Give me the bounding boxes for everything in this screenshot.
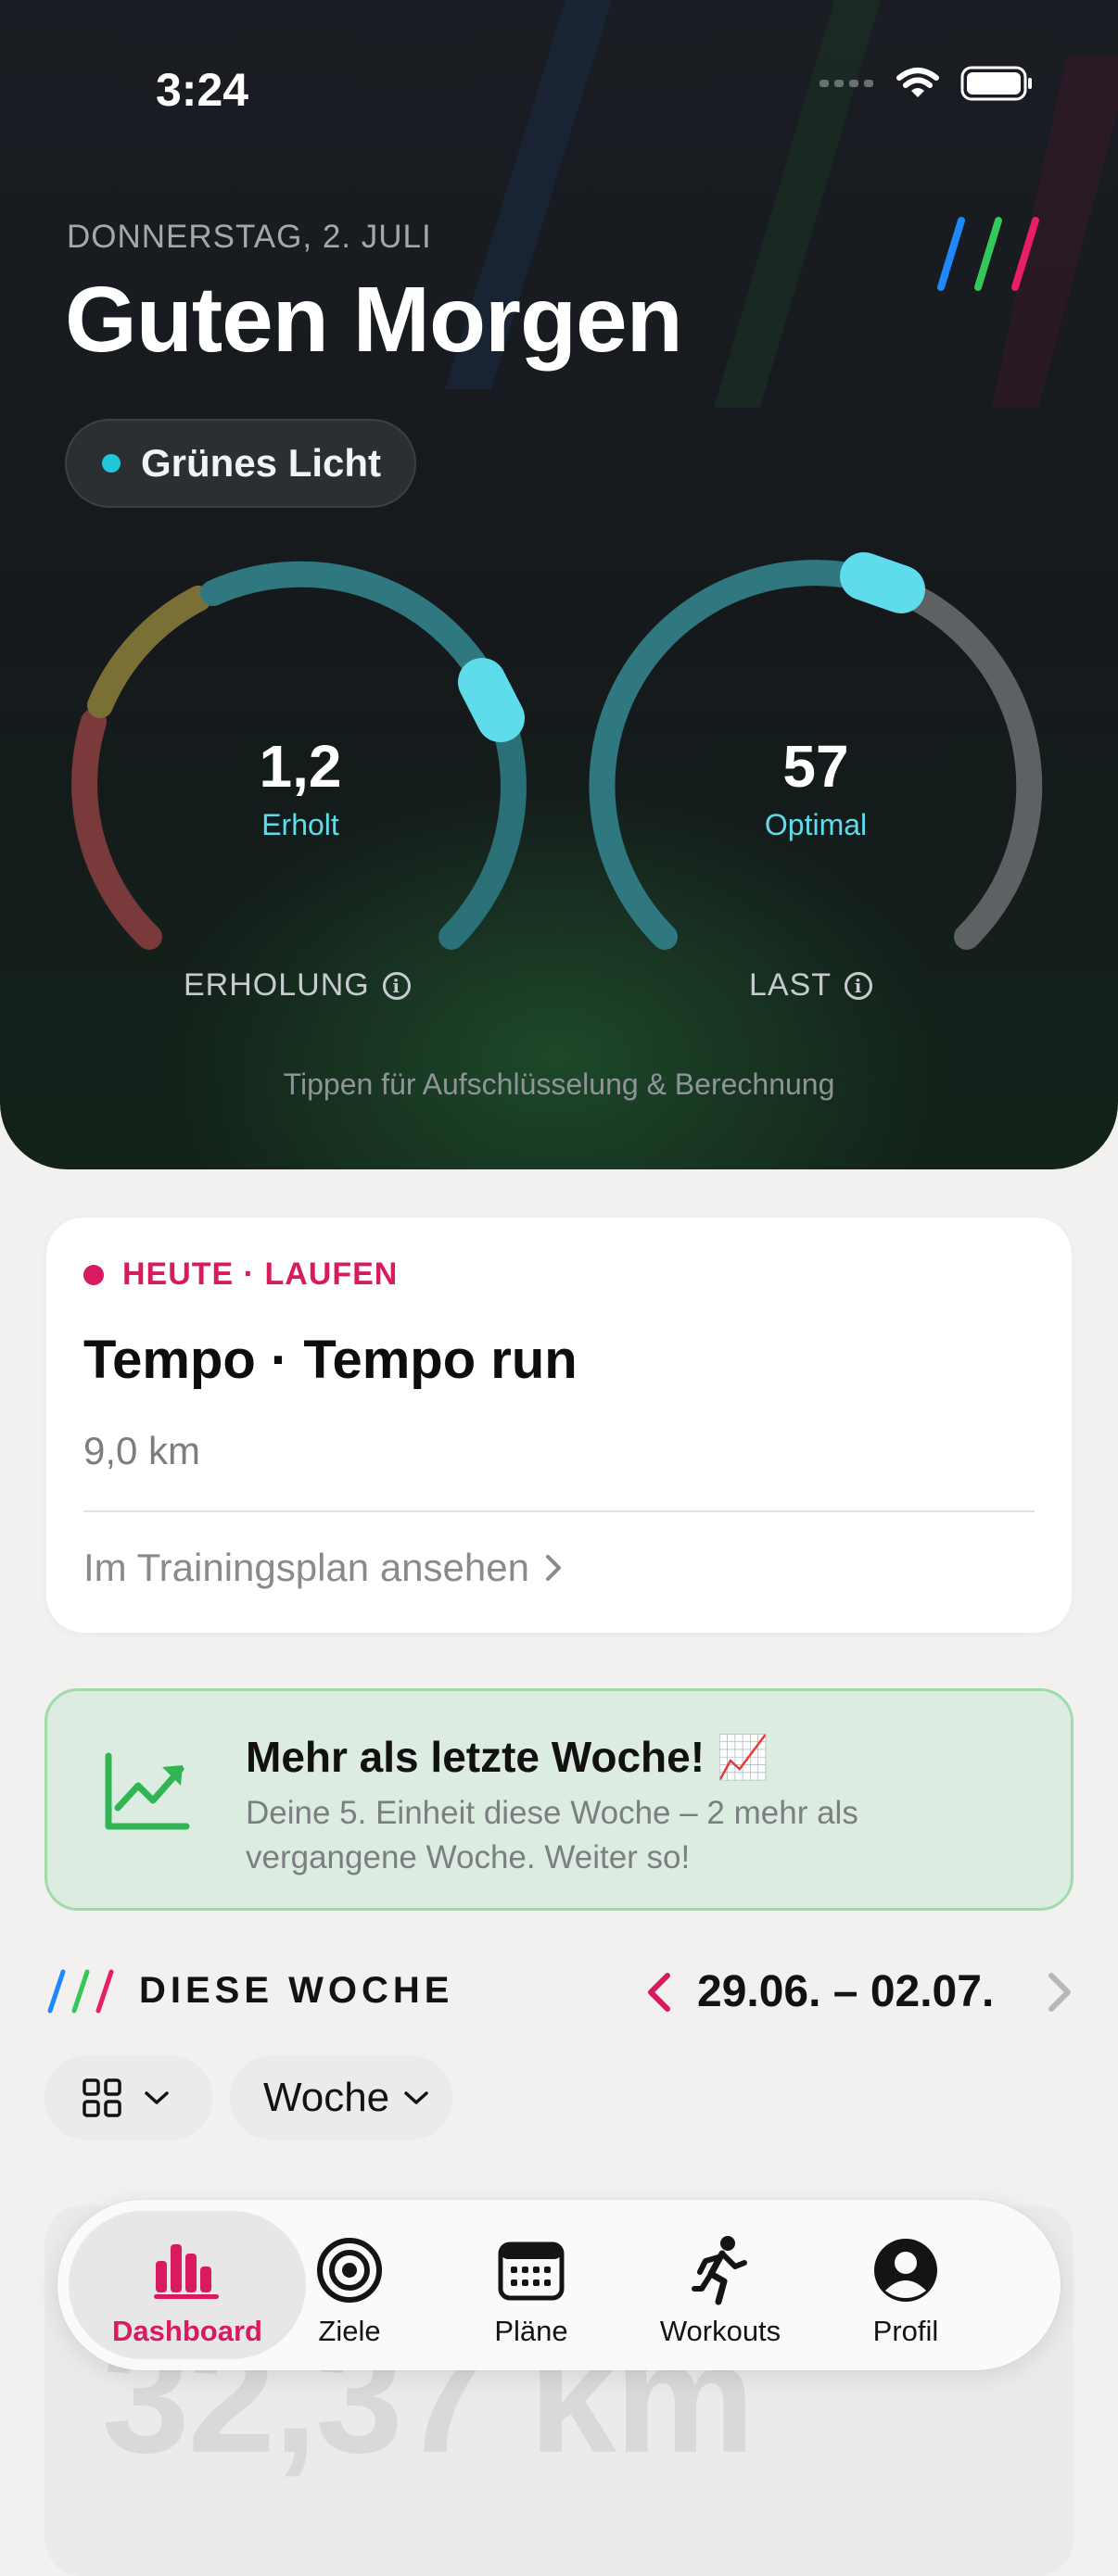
status-dot-icon xyxy=(102,454,121,473)
week-range: 29.06. – 02.07. xyxy=(697,1967,995,2016)
load-gauge-marker xyxy=(840,552,925,613)
battery-icon xyxy=(960,66,1032,101)
status-icons xyxy=(819,65,1035,102)
wifi-icon xyxy=(896,68,939,97)
chevron-down-icon xyxy=(404,2091,428,2104)
date-label: DONNERSTAG, 2. JULI xyxy=(67,219,432,255)
tab-goals-label: Ziele xyxy=(318,2315,381,2347)
today-tag: HEUTE · LAUFEN xyxy=(83,1256,398,1293)
previous-week-button[interactable] xyxy=(640,1968,677,2016)
tab-plans[interactable]: Pläne xyxy=(434,2211,629,2359)
workout-distance: 9,0 km xyxy=(83,1429,201,1472)
week-logo-icon xyxy=(47,1969,114,2014)
progress-banner[interactable]: Mehr als letzte Woche! 📈 Deine 5. Einhei… xyxy=(44,1688,1074,1911)
recovery-status: Erholt xyxy=(261,808,339,841)
chevron-down-icon xyxy=(145,2091,169,2104)
bar-chart-icon xyxy=(152,2235,222,2305)
trend-up-icon xyxy=(105,1752,190,1830)
info-icon[interactable]: i xyxy=(382,971,411,1000)
today-tag-label: HEUTE · LAUFEN xyxy=(122,1256,399,1292)
load-caption[interactable]: LAST i xyxy=(749,967,873,1004)
greeting-title: Guten Morgen xyxy=(65,268,683,372)
calendar-icon xyxy=(498,2235,565,2305)
load-caption-label: LAST xyxy=(749,967,832,1003)
tab-goals[interactable]: Ziele xyxy=(252,2211,447,2359)
tab-profile-label: Profil xyxy=(872,2315,939,2347)
brand-logo-icon xyxy=(937,217,1039,291)
hint-text: Tippen für Aufschlüsselung & Berechnung xyxy=(283,1067,835,1101)
next-week-button[interactable] xyxy=(1042,1968,1079,2016)
tab-plans-label: Pläne xyxy=(494,2315,568,2347)
chevron-right-icon xyxy=(545,1555,561,1581)
layout-toggle[interactable] xyxy=(44,2055,213,2140)
tab-workouts-label: Workouts xyxy=(659,2315,781,2347)
cellular-signal-icon xyxy=(819,80,873,87)
load-value: 57 xyxy=(782,733,849,800)
hero-panel[interactable]: 3:24 DONNERSTAG, 2. JULI Guten Morgen Gr… xyxy=(0,0,1118,1169)
recovery-value: 1,2 xyxy=(259,733,342,800)
status-time: 3:24 xyxy=(156,64,249,116)
today-workout-card[interactable]: HEUTE · LAUFEN Tempo · Tempo run 9,0 km … xyxy=(46,1218,1072,1633)
week-section-title: DIESE WOCHE xyxy=(139,1970,454,2011)
profile-icon xyxy=(872,2235,939,2305)
divider xyxy=(83,1510,1035,1512)
target-icon xyxy=(316,2235,383,2305)
banner-title: Mehr als letzte Woche! 📈 xyxy=(246,1733,770,1781)
info-icon[interactable]: i xyxy=(845,971,873,1000)
status-pill[interactable]: Grünes Licht xyxy=(65,419,417,508)
load-status: Optimal xyxy=(764,808,868,841)
banner-text: Deine 5. Einheit diese Woche – 2 mehr al… xyxy=(246,1795,858,1875)
recovery-caption-label: ERHOLUNG xyxy=(184,967,370,1003)
view-in-plan-link[interactable]: Im Trainingsplan ansehen xyxy=(83,1546,563,1590)
tab-profile[interactable]: Profil xyxy=(808,2211,1003,2359)
tab-bar: Dashboard Ziele Pläne Workouts Profil xyxy=(57,2200,1061,2370)
tab-workouts[interactable]: Workouts xyxy=(623,2211,818,2359)
grid-icon xyxy=(83,2078,121,2117)
recovery-caption[interactable]: ERHOLUNG i xyxy=(184,967,411,1004)
view-in-plan-label: Im Trainingsplan ansehen xyxy=(83,1546,529,1589)
runner-icon xyxy=(691,2235,750,2305)
status-pill-label: Grünes Licht xyxy=(141,441,382,485)
workout-title: Tempo · Tempo run xyxy=(83,1330,578,1390)
recovery-gauge-marker xyxy=(458,658,525,742)
period-select[interactable]: Woche xyxy=(230,2055,452,2140)
tab-dashboard-label: Dashboard xyxy=(112,2315,262,2347)
period-select-label: Woche xyxy=(263,2075,390,2120)
today-dot-icon xyxy=(83,1264,104,1285)
